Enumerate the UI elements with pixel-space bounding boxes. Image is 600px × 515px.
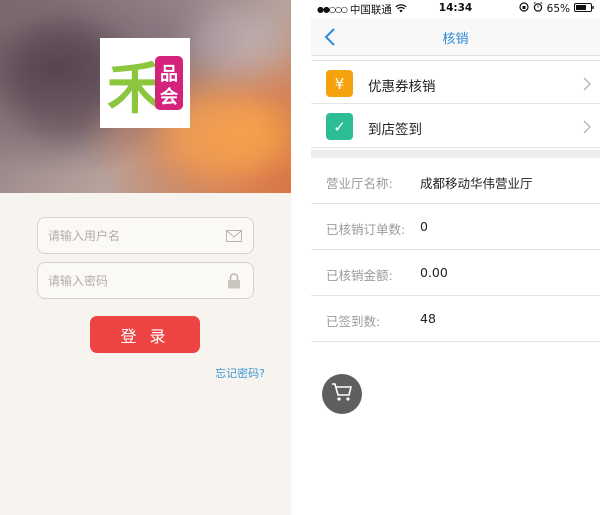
stats-row-amount: 已核销金额: 0.00 (311, 250, 600, 296)
page-title: 核销 (442, 32, 469, 47)
hero-background: 禾 品 会 (0, 0, 291, 193)
login-button[interactable]: 登 录 (90, 316, 200, 353)
action-menu: ¥ 优惠券核销 ✓ 到店签到 (311, 60, 600, 148)
yen-icon: ¥ (326, 70, 353, 97)
battery-icon (574, 2, 594, 15)
nav-bar: 核销 (311, 18, 600, 56)
stats-label: 已核销订单数: (326, 222, 406, 237)
username-field[interactable] (37, 217, 254, 254)
section-separator (311, 150, 600, 158)
status-bar: ●●○○○ 中国联通 14:34 65% (311, 0, 600, 18)
username-input[interactable] (48, 228, 225, 243)
stats-row-hall-name: 营业厅名称: 成都移动华伟营业厅 (311, 158, 600, 204)
stats-value: 0 (420, 219, 428, 234)
stats-label: 已签到数: (326, 314, 381, 329)
login-screen: 禾 品 会 登 录 忘记密码? (0, 0, 291, 515)
stats-list: 营业厅名称: 成都移动华伟营业厅 已核销订单数: 0 已核销金额: 0.00 已… (311, 158, 600, 342)
brand-logo: 禾 品 会 (100, 38, 190, 128)
verification-screen: ●●○○○ 中国联通 14:34 65% 核销 ¥ 优惠券核销 ✓ 到店签到 营… (311, 0, 600, 515)
mail-icon (225, 227, 243, 245)
chevron-right-icon (582, 76, 592, 91)
lock-icon (225, 272, 243, 290)
svg-text:品: 品 (160, 64, 178, 85)
stats-value: 成都移动华伟营业厅 (420, 176, 533, 191)
battery-percent: 65% (546, 2, 570, 15)
stats-label: 营业厅名称: (326, 176, 393, 191)
alarm-icon (533, 2, 543, 15)
forgot-password-link[interactable]: 忘记密码? (215, 365, 265, 381)
menu-item-coupon-verify[interactable]: ¥ 优惠券核销 (311, 60, 600, 104)
stats-value: 48 (420, 311, 436, 326)
cart-button[interactable] (322, 374, 362, 414)
password-field[interactable] (37, 262, 254, 299)
login-form: 登 录 忘记密码? (0, 193, 291, 515)
stats-label: 已核销金额: (326, 268, 393, 283)
check-icon: ✓ (326, 113, 353, 140)
menu-item-label: 优惠券核销 (368, 79, 436, 95)
screen-divider (291, 0, 311, 515)
rotation-lock-icon (519, 2, 529, 15)
svg-text:禾: 禾 (107, 57, 163, 116)
stats-value: 0.00 (420, 265, 448, 280)
menu-item-label: 到店签到 (368, 122, 422, 138)
svg-text:会: 会 (160, 86, 178, 108)
stats-row-checkins: 已签到数: 48 (311, 296, 600, 342)
menu-item-store-checkin[interactable]: ✓ 到店签到 (311, 104, 600, 148)
password-input[interactable] (48, 273, 225, 288)
chevron-right-icon (582, 119, 592, 134)
stats-row-orders: 已核销订单数: 0 (311, 204, 600, 250)
cart-icon (331, 382, 353, 406)
